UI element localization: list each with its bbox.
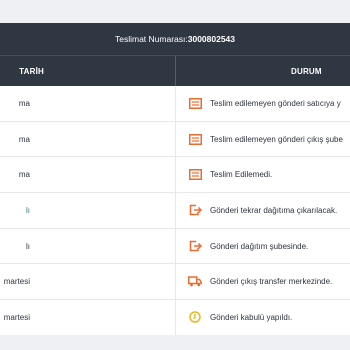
- clock-icon: [188, 311, 202, 324]
- redirect-icon: [188, 240, 202, 252]
- row-date: ma: [18, 134, 30, 144]
- table-header: TARİH DURUM: [0, 56, 350, 86]
- redirect-icon: [188, 204, 202, 216]
- tracking-card: Teslimat Numarası: 3000802543 TARİH DURUM…: [0, 23, 350, 335]
- document-icon: [188, 169, 202, 181]
- column-header-status[interactable]: DURUM: [176, 56, 350, 86]
- table-row: martesi Gönderi çıkış transfer merkezind…: [0, 264, 350, 301]
- row-date: martesi: [3, 277, 30, 287]
- row-status: Gönderi tekrar dağıtıma çıkarılacak.: [210, 205, 338, 215]
- row-status: Gönderi çıkış transfer merkezinde.: [210, 277, 333, 287]
- row-status: Gönderi dağıtım şubesinde.: [210, 241, 309, 251]
- row-status: Gönderi kabulü yapıldı.: [210, 312, 293, 322]
- table-row: martesi Gönderi kabulü yapıldı.: [0, 300, 350, 335]
- truck-icon: [188, 276, 202, 288]
- table-row: lı Gönderi tekrar dağıtıma çıkarılacak.: [0, 193, 350, 229]
- table-row: ma Teslim Edilemedi.: [0, 157, 350, 194]
- tracking-label: Teslimat Numarası:: [114, 34, 188, 44]
- tracking-title-bar: Teslimat Numarası: 3000802543: [0, 23, 350, 56]
- row-status: Teslim edilemeyen gönderi satıcıya y: [210, 98, 341, 108]
- row-date: lı: [26, 241, 30, 251]
- tracking-number: 3000802543: [187, 34, 236, 44]
- row-date: ma: [18, 98, 30, 108]
- document-icon: [188, 97, 202, 109]
- history-table-body: ma Teslim edilemeyen gönderi satıcıya y …: [0, 86, 350, 335]
- table-row: ma Teslim edilemeyen gönderi çıkış şube: [0, 121, 350, 158]
- table-row: lı Gönderi dağıtım şubesinde.: [0, 228, 350, 265]
- table-row: ma Teslim edilemeyen gönderi satıcıya y: [0, 86, 350, 122]
- document-icon: [188, 133, 202, 145]
- row-date: ma: [18, 170, 30, 180]
- row-status: Teslim edilemeyen gönderi çıkış şube: [210, 134, 343, 144]
- row-status: Teslim Edilemedi.: [210, 170, 273, 180]
- row-date: martesi: [3, 312, 30, 322]
- column-header-date[interactable]: TARİH: [0, 56, 176, 86]
- row-date: lı: [26, 205, 30, 215]
